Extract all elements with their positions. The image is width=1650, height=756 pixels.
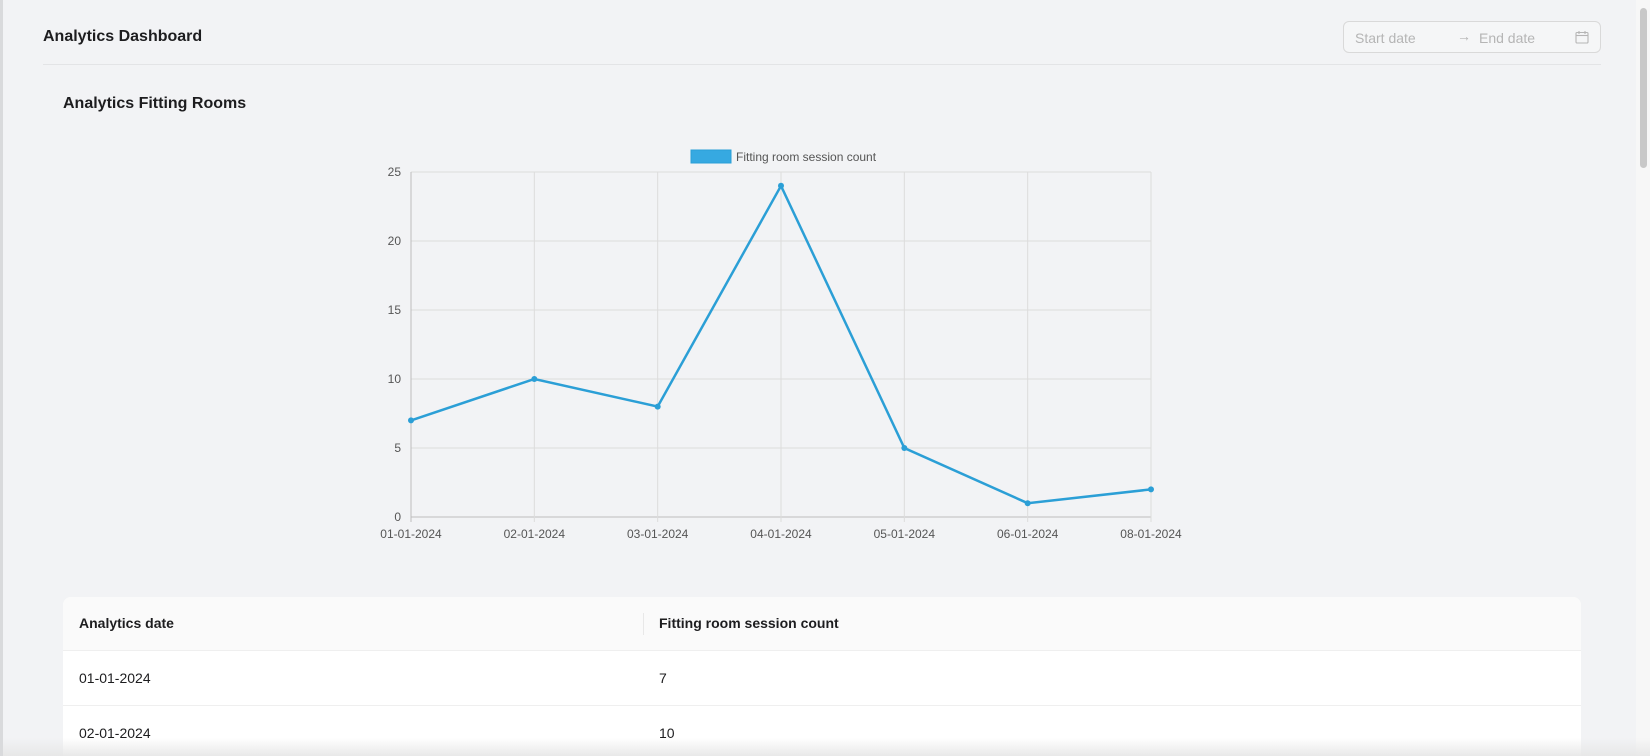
- line-chart: 0 5 10 15 20 25 01-01-2024 02-01-2024 03-01-2024…: [380, 149, 1182, 541]
- column-header-date[interactable]: Analytics date: [79, 615, 174, 631]
- column-header-count[interactable]: Fitting room session count: [659, 615, 839, 631]
- y-tick-label: 15: [388, 303, 402, 317]
- page-title: Analytics Dashboard: [43, 28, 203, 45]
- scrollbar-thumb[interactable]: [1640, 8, 1647, 168]
- data-point: [1148, 486, 1154, 493]
- date-range-picker[interactable]: Start date → End date: [1343, 21, 1601, 53]
- table-row[interactable]: 01-01-2024 7: [63, 651, 1581, 706]
- data-point: [654, 403, 661, 410]
- x-tick-label: 02-01-2024: [504, 527, 566, 541]
- bottom-fade: [3, 738, 1650, 756]
- analytics-table: Analytics date Fitting room session coun…: [63, 597, 1581, 756]
- x-tick-label: 08-01-2024: [1120, 527, 1182, 541]
- y-tick-label: 20: [388, 234, 402, 248]
- table-header: Analytics date Fitting room session coun…: [63, 597, 1581, 651]
- y-tick-label: 10: [388, 372, 402, 386]
- data-point: [1024, 500, 1031, 507]
- legend-swatch: [690, 149, 732, 164]
- y-tick-label: 0: [394, 510, 401, 524]
- x-tick-label: 03-01-2024: [627, 527, 689, 541]
- section-title: Analytics Fitting Rooms: [63, 95, 247, 112]
- cell-count: 7: [659, 670, 667, 686]
- chart: 0 5 10 15 20 25 01-01-2024 02-01-2024 03-01-2024…: [373, 145, 1253, 575]
- x-tick-label: 05-01-2024: [874, 527, 936, 541]
- legend-label: Fitting room session count: [736, 150, 877, 164]
- x-tick-label: 04-01-2024: [750, 527, 812, 541]
- end-date-input[interactable]: End date: [1479, 30, 1535, 46]
- y-tick-label: 25: [388, 165, 402, 179]
- y-tick-label: 5: [394, 441, 401, 455]
- x-tick-label: 01-01-2024: [380, 527, 442, 541]
- data-point: [408, 417, 414, 424]
- scrollbar[interactable]: [1636, 0, 1650, 756]
- header: Analytics Dashboard Start date → End dat…: [43, 20, 1601, 65]
- calendar-icon[interactable]: [1575, 30, 1589, 49]
- data-point: [531, 376, 538, 382]
- cell-date: 01-01-2024: [79, 670, 151, 686]
- page: Analytics Dashboard Start date → End dat…: [0, 0, 1650, 756]
- data-point: [778, 182, 784, 189]
- data-point: [901, 445, 908, 451]
- start-date-input[interactable]: Start date: [1355, 30, 1416, 46]
- arrow-right-icon: →: [1457, 28, 1471, 44]
- x-tick-label: 06-01-2024: [997, 527, 1059, 541]
- column-divider: [643, 613, 644, 635]
